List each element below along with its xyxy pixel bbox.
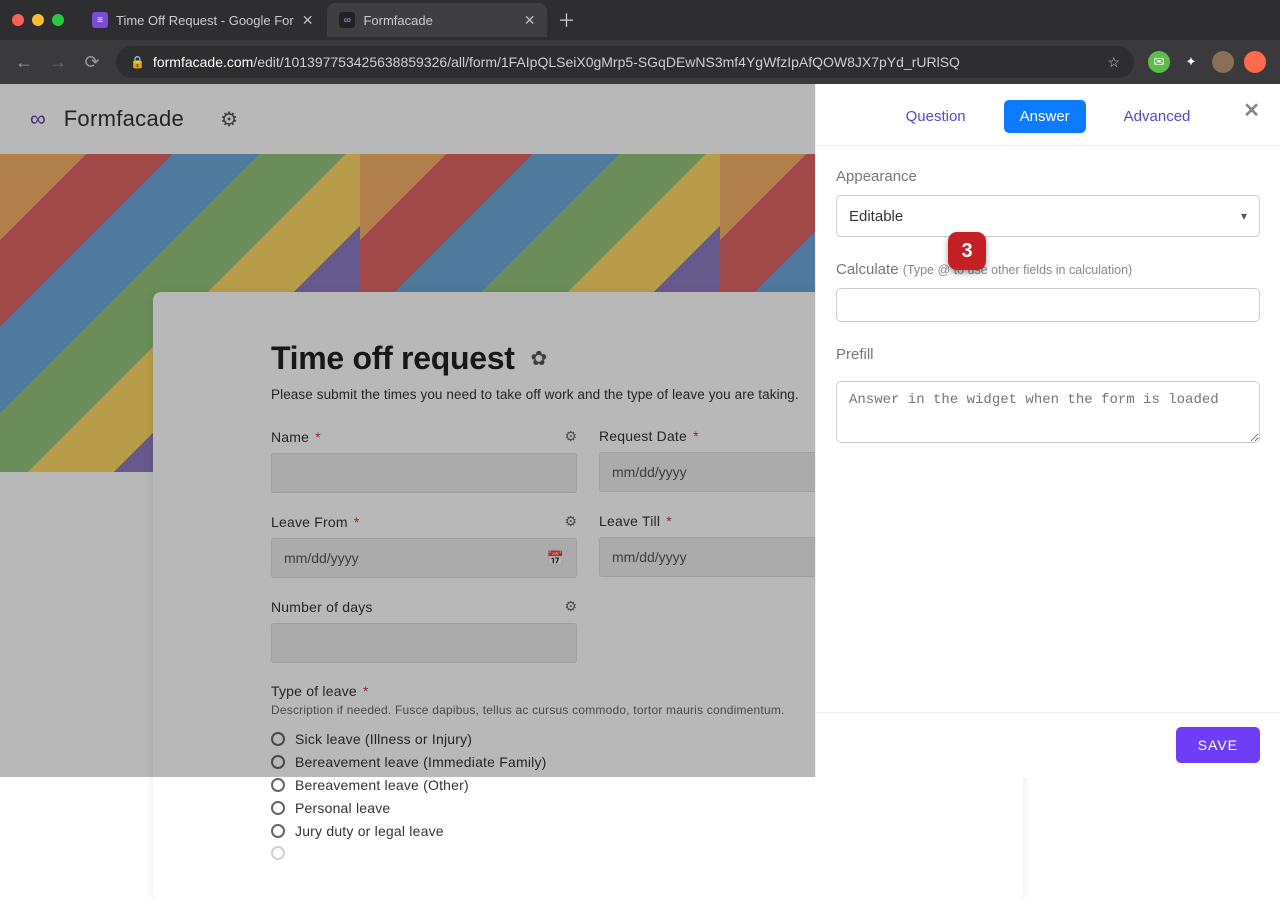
extension-icon[interactable] bbox=[1244, 51, 1266, 73]
extension-icon[interactable]: ✉ bbox=[1148, 51, 1170, 73]
appearance-select[interactable]: Editable ▾ bbox=[836, 195, 1260, 237]
avatar[interactable] bbox=[1212, 51, 1234, 73]
close-tab-icon[interactable]: ✕ bbox=[302, 12, 314, 29]
annotation-step-badge: 3 bbox=[948, 232, 986, 270]
calculate-label: Calculate (Type @ to use other fields in… bbox=[836, 261, 1260, 278]
tab-title: Formfacade bbox=[363, 13, 432, 28]
favicon-icon: ≡ bbox=[92, 12, 108, 28]
prefill-label: Prefill bbox=[836, 346, 1260, 363]
chevron-down-icon: ▾ bbox=[1241, 209, 1247, 223]
radio-option[interactable]: Personal leave bbox=[271, 800, 905, 816]
tab-bar: ≡ Time Off Request - Google For ✕ ∞ Form… bbox=[0, 0, 1280, 40]
back-icon[interactable]: ← bbox=[14, 52, 34, 73]
radio-option[interactable]: Jury duty or legal leave bbox=[271, 823, 905, 839]
panel-body: Appearance Editable ▾ Calculate (Type @ … bbox=[816, 146, 1280, 712]
select-value: Editable bbox=[849, 208, 903, 225]
favicon-icon: ∞ bbox=[339, 12, 355, 28]
prefill-textarea[interactable] bbox=[836, 381, 1260, 443]
browser-tab-formfacade[interactable]: ∞ Formfacade ✕ bbox=[327, 3, 547, 37]
new-tab-button[interactable]: ＋ bbox=[557, 7, 575, 33]
window-controls bbox=[12, 14, 64, 26]
lock-icon: 🔒 bbox=[130, 55, 145, 69]
close-tab-icon[interactable]: ✕ bbox=[524, 12, 536, 29]
address-bar: ← → ⟳ 🔒 formfacade.com/edit/101397753425… bbox=[0, 40, 1280, 84]
extensions-menu-icon[interactable]: ✦ bbox=[1180, 51, 1202, 73]
reload-icon[interactable]: ⟳ bbox=[82, 52, 102, 73]
star-icon[interactable]: ☆ bbox=[1107, 54, 1120, 71]
save-button[interactable]: SAVE bbox=[1176, 727, 1260, 763]
browser-chrome: ≡ Time Off Request - Google For ✕ ∞ Form… bbox=[0, 0, 1280, 84]
settings-side-panel: Question Answer Advanced ✕ Appearance Ed… bbox=[815, 84, 1280, 777]
radio-option[interactable]: Bereavement leave (Other) bbox=[271, 777, 905, 793]
panel-tab-bar: Question Answer Advanced ✕ bbox=[816, 84, 1280, 146]
minimize-window-icon[interactable] bbox=[32, 14, 44, 26]
app-viewport: ∞ Formfacade ⚙ Time off request ✿ Please… bbox=[0, 84, 1280, 777]
tab-advanced[interactable]: Advanced bbox=[1108, 100, 1207, 133]
close-icon[interactable]: ✕ bbox=[1243, 98, 1260, 123]
calculate-input[interactable] bbox=[836, 288, 1260, 322]
tab-title: Time Off Request - Google For bbox=[116, 13, 294, 28]
forward-icon[interactable]: → bbox=[48, 52, 68, 73]
url-input[interactable]: 🔒 formfacade.com/edit/101397753425638859… bbox=[116, 46, 1134, 78]
maximize-window-icon[interactable] bbox=[52, 14, 64, 26]
radio-option[interactable] bbox=[271, 846, 905, 860]
extension-icons: ✉ ✦ bbox=[1148, 51, 1266, 73]
panel-footer: SAVE bbox=[816, 712, 1280, 777]
tab-question[interactable]: Question bbox=[890, 100, 982, 133]
url-text: formfacade.com/edit/10139775342563885932… bbox=[153, 54, 960, 70]
appearance-label: Appearance bbox=[836, 168, 1260, 185]
tab-answer[interactable]: Answer bbox=[1004, 100, 1086, 133]
browser-tab-google-forms[interactable]: ≡ Time Off Request - Google For ✕ bbox=[80, 3, 325, 37]
close-window-icon[interactable] bbox=[12, 14, 24, 26]
